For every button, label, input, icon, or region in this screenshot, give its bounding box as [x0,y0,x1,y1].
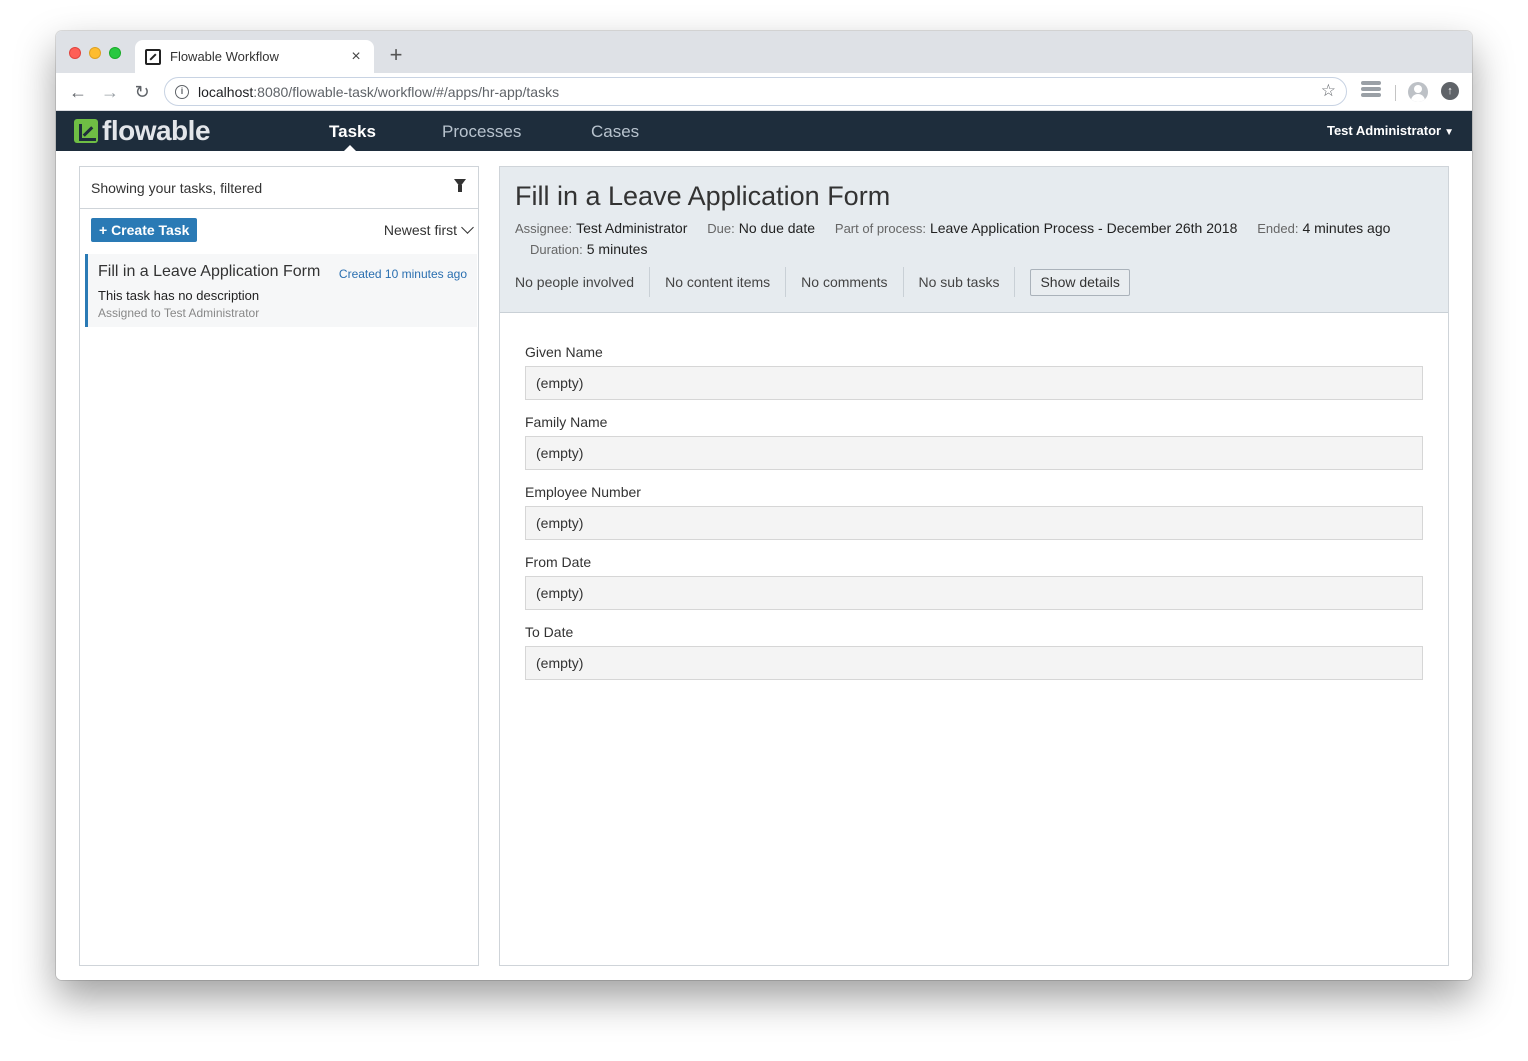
logo-text: flowable [102,115,211,146]
to-date-field[interactable]: (empty) [525,646,1423,680]
due-label: Due: [707,221,735,236]
people-involved-counter[interactable]: No people involved [500,267,651,297]
field-label: Family Name [525,414,608,430]
assignee-value[interactable]: Test Administrator [576,220,687,236]
employee-number-field[interactable]: (empty) [525,506,1423,540]
sort-dropdown[interactable]: Newest first [383,221,474,238]
nav-processes[interactable]: Processes [442,122,521,142]
family-name-field[interactable]: (empty) [525,436,1423,470]
assignee-label: Assignee: [515,221,573,236]
back-arrow-icon[interactable]: ← [66,80,90,104]
content-items-counter[interactable]: No content items [650,267,787,297]
task-list-item[interactable]: Fill in a Leave Application Form Created… [85,254,477,327]
task-detail-panel: Fill in a Leave Application Form Assigne… [499,166,1449,966]
task-meta: Assignee: Test Administrator Due: No due d… [515,218,1433,260]
url-path: :8080/flowable-task/workflow/#/apps/hr-a… [253,83,560,100]
show-details-button[interactable]: Show details [1030,268,1130,296]
create-task-button[interactable]: + Create Task [91,218,198,242]
nav-tasks[interactable]: Tasks [329,122,376,142]
task-description: This task has no description [98,288,260,303]
task-counters: No people involved No content items No c… [500,266,1130,298]
task-list-panel: Showing your tasks, filtered + Create Ta… [79,166,479,966]
database-extension-icon[interactable] [1361,81,1381,101]
filter-summary: Showing your tasks, filtered [91,179,263,196]
user-menu[interactable]: Test Administrator ▼ [1327,123,1454,138]
browser-tab[interactable]: Flowable Workflow × [135,40,374,73]
close-window-button[interactable] [69,47,81,59]
sort-label: Newest first [383,222,457,238]
bookmark-star-icon[interactable]: ☆ [1321,81,1336,101]
tab-strip: Flowable Workflow × + [56,31,1472,73]
sub-tasks-counter[interactable]: No sub tasks [904,267,1016,297]
task-list-toolbar: + Create Task Newest first [80,210,478,250]
browser-toolbar: ← → ↻ i localhost:8080/flowable-task/wor… [56,73,1472,111]
filter-bar[interactable]: Showing your tasks, filtered [80,167,478,209]
chevron-down-icon: ▼ [1444,127,1454,138]
field-label: Given Name [525,344,603,360]
update-arrow-icon[interactable]: ↑ [1441,82,1459,100]
minimize-window-button[interactable] [89,47,101,59]
maximize-window-button[interactable] [109,47,121,59]
form-field-to-date: To Date (empty) [525,624,1423,680]
form-field-family-name: Family Name (empty) [525,414,1423,470]
profile-avatar-icon[interactable] [1408,82,1428,102]
app-navbar: flowable Tasks Processes Cases Test Admi… [56,111,1472,151]
comments-counter[interactable]: No comments [786,267,904,297]
duration-value: 5 minutes [586,241,648,257]
duration-row: Duration: 5 minutes [515,239,1433,260]
process-label: Part of process: [834,221,926,236]
task-assignee: Assigned to Test Administrator [98,306,260,320]
close-tab-icon[interactable]: × [348,48,364,66]
forward-arrow-icon[interactable]: → [98,80,122,104]
ended-value: 4 minutes ago [1302,220,1391,236]
due-value[interactable]: No due date [739,220,815,236]
given-name-field[interactable]: (empty) [525,366,1423,400]
tab-title: Flowable Workflow [170,49,279,64]
chevron-down-icon [461,221,474,234]
flowable-favicon-icon [145,48,161,65]
address-bar[interactable]: i localhost:8080/flowable-task/workflow/… [164,77,1347,106]
flowable-logo[interactable]: flowable [74,115,211,146]
url-host: localhost [198,83,254,100]
duration-label: Duration: [530,242,583,257]
from-date-field[interactable]: (empty) [525,576,1423,610]
field-label: Employee Number [525,484,641,500]
user-name: Test Administrator [1326,123,1442,138]
new-tab-button[interactable]: + [385,42,407,68]
form-field-given-name: Given Name (empty) [525,344,1423,400]
filter-icon[interactable] [454,179,466,193]
site-info-icon[interactable]: i [175,84,189,99]
task-created-time: Created 10 minutes ago [338,267,467,281]
process-link[interactable]: Leave Application Process - December 26t… [930,220,1237,236]
form-field-from-date: From Date (empty) [525,554,1423,610]
main-content: Showing your tasks, filtered + Create Ta… [56,151,1472,980]
task-detail-header: Fill in a Leave Application Form Assigne… [500,167,1448,313]
task-form: Given Name (empty) Family Name (empty) E… [500,313,1448,680]
form-field-employee-number: Employee Number (empty) [525,484,1423,540]
flowable-logo-mark-icon [74,119,98,143]
reload-icon[interactable]: ↻ [130,80,154,104]
field-label: To Date [525,624,574,640]
toolbar-divider [1395,85,1396,101]
nav-cases[interactable]: Cases [591,122,639,142]
ended-label: Ended: [1257,221,1299,236]
field-label: From Date [525,554,592,570]
task-detail-title: Fill in a Leave Application Form [515,181,891,211]
browser-window: Flowable Workflow × + ← → ↻ i localhost:… [56,31,1472,980]
